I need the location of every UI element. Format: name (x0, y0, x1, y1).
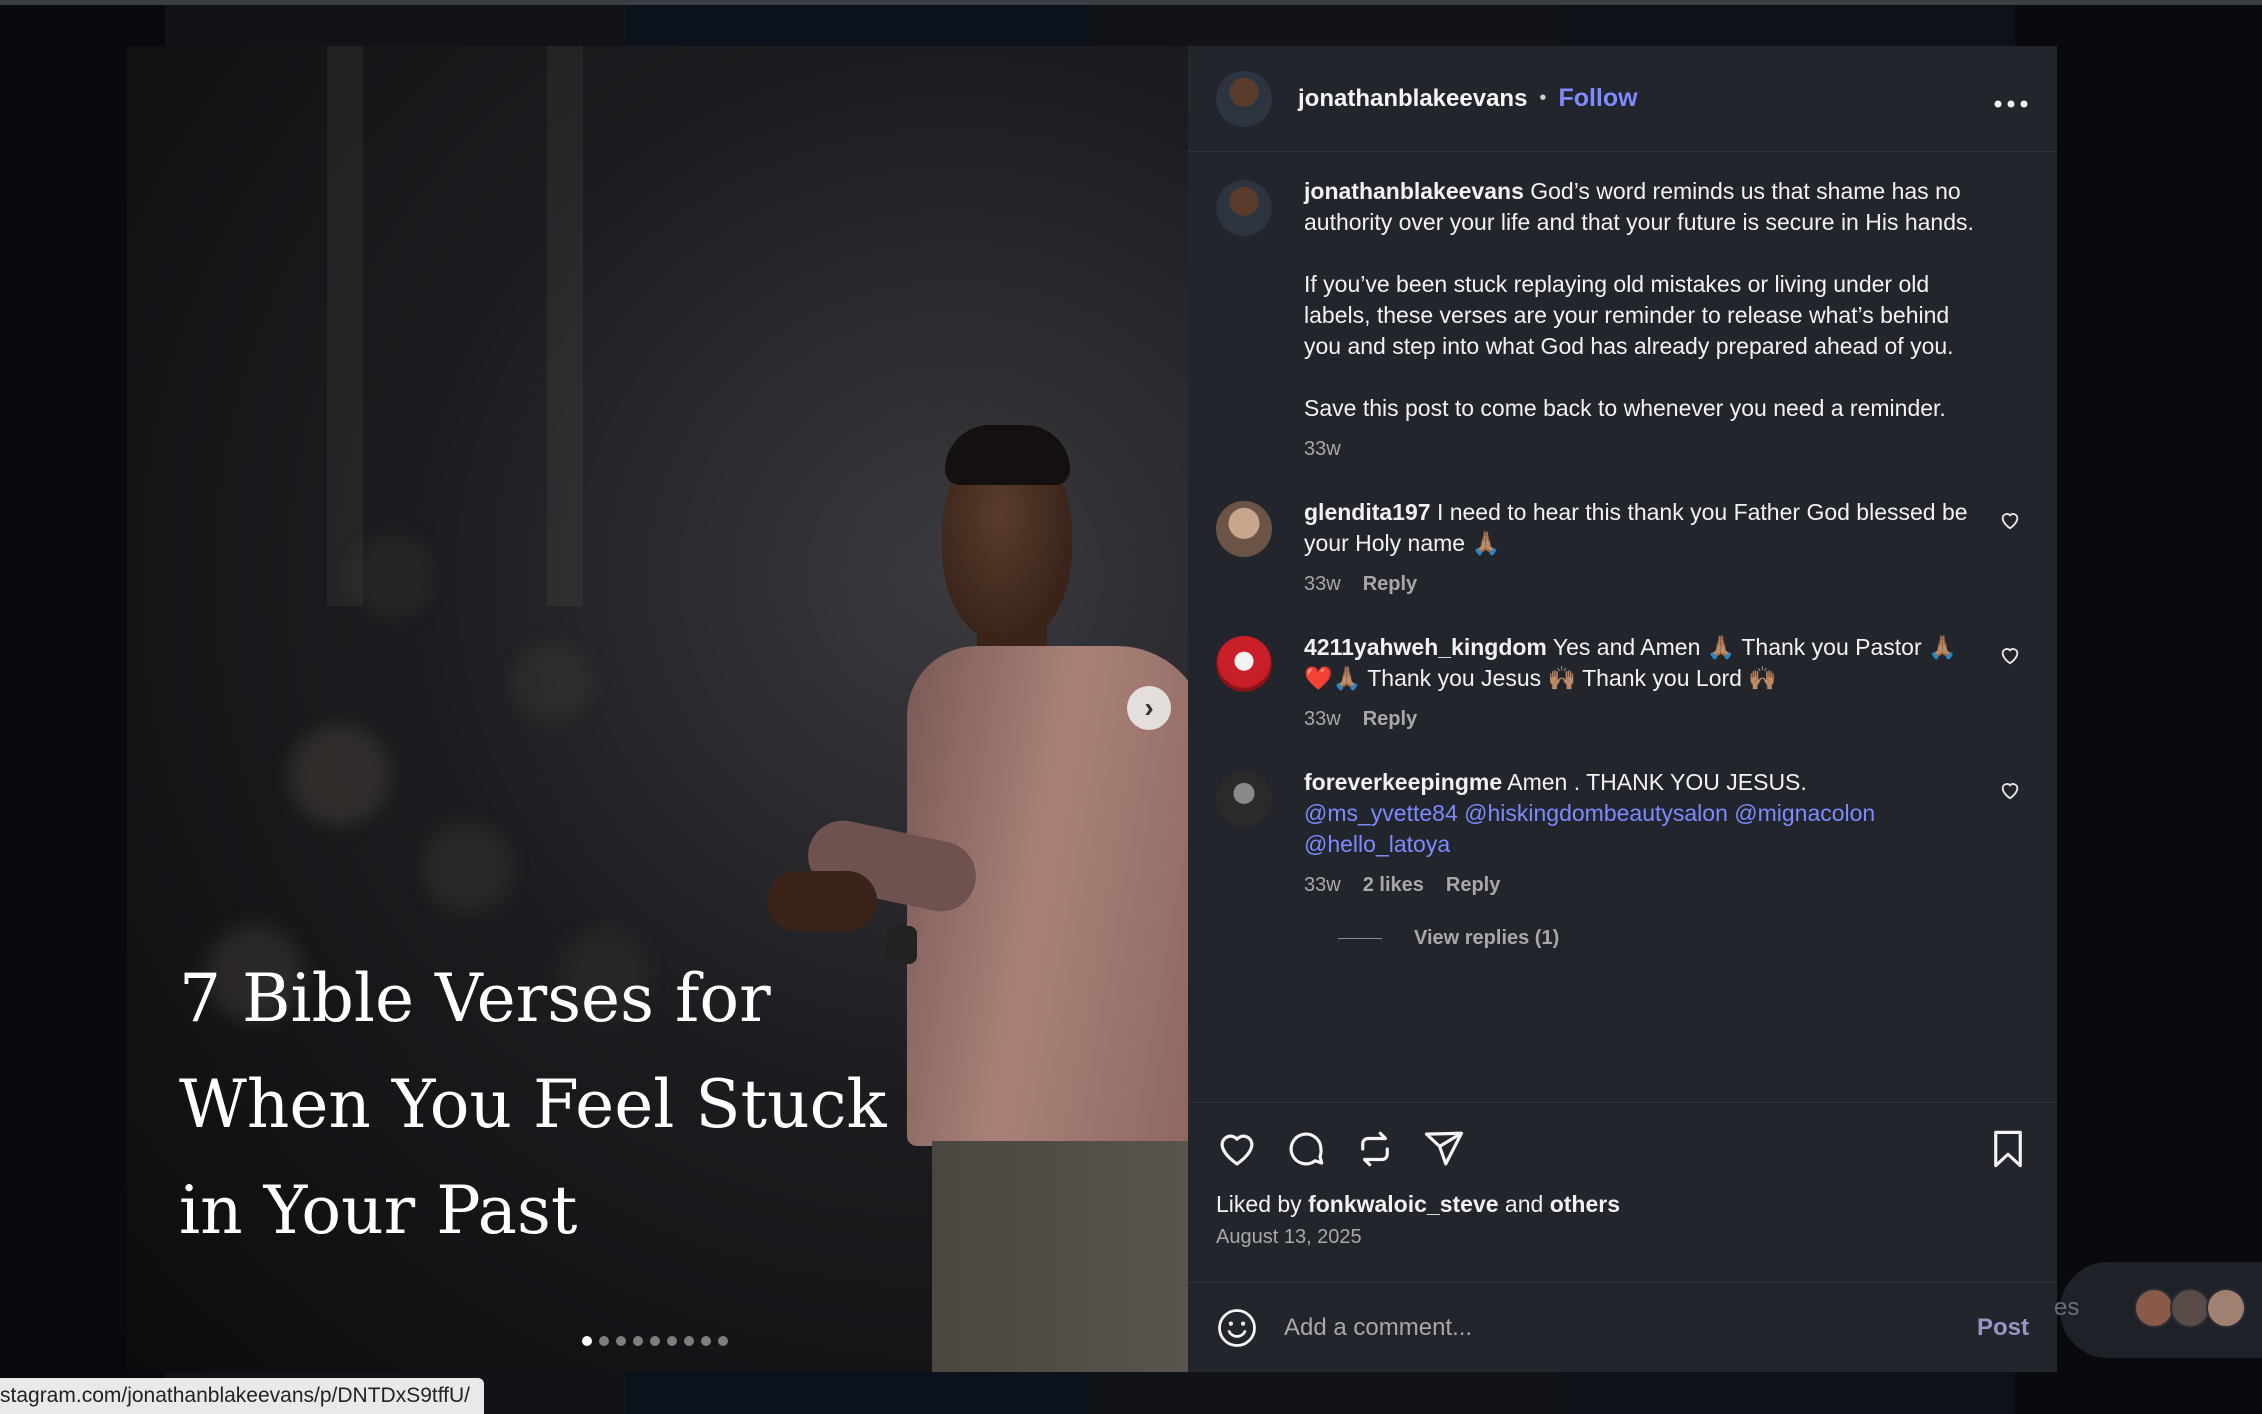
post-date[interactable]: August 13, 2025 (1216, 1226, 2029, 1249)
comments-list[interactable]: jonathanblakeevans God’s word reminds us… (1188, 152, 2057, 1102)
reply-button[interactable]: Reply (1363, 569, 1417, 600)
caption-username[interactable]: jonathanblakeevans (1304, 178, 1524, 204)
caption-timestamp[interactable]: 33w (1304, 434, 1341, 465)
comment-composer: Post (1188, 1282, 2057, 1372)
follow-button[interactable]: Follow (1558, 84, 1637, 113)
reply-button[interactable]: Reply (1446, 870, 1500, 901)
reply-button[interactable]: Reply (1363, 704, 1417, 735)
status-bar-url: stagram.com/jonathanblakeevans/p/DNTDxS9… (0, 1378, 484, 1414)
comment-input[interactable] (1284, 1313, 1977, 1342)
comment-item: glendita197 I need to hear this thank yo… (1216, 497, 2029, 600)
comment-mentions[interactable]: @ms_yvette84 @hiskingdombeautysalon @mig… (1304, 798, 1984, 860)
avatar (2134, 1288, 2174, 1328)
carousel-dot[interactable] (684, 1336, 694, 1346)
post-media[interactable]: 7 Bible Verses for When You Feel Stuck i… (127, 46, 1188, 1372)
pillar-decoration (547, 46, 583, 606)
carousel-dot[interactable] (650, 1336, 660, 1346)
chevron-right-icon: › (1144, 692, 1154, 723)
avatar (2206, 1288, 2246, 1328)
more-options-icon[interactable] (1993, 79, 2029, 118)
author-avatar[interactable] (1216, 180, 1272, 236)
comment-likes[interactable]: 2 likes (1363, 870, 1424, 901)
avatar (2170, 1288, 2210, 1328)
author-username[interactable]: jonathanblakeevans (1298, 85, 1527, 113)
comment-item: 4211yahweh_kingdom Yes and Amen 🙏🏽 Thank… (1216, 632, 2029, 735)
post-comment-button[interactable]: Post (1977, 1314, 2029, 1342)
side-chip-text: es (2054, 1294, 2080, 1321)
next-slide-button[interactable]: › (1127, 686, 1171, 730)
separator-dot: • (1539, 87, 1547, 109)
author-avatar[interactable] (1216, 70, 1272, 127)
comment-timestamp[interactable]: 33w (1304, 704, 1341, 735)
like-comment-heart-icon[interactable] (1999, 509, 2021, 531)
post-header: jonathanblakeevans • Follow (1188, 46, 2057, 152)
commenter-avatar[interactable] (1216, 771, 1272, 827)
media-title: 7 Bible Verses for When You Feel Stuck i… (179, 960, 887, 1249)
commenter-username[interactable]: glendita197 (1304, 499, 1431, 525)
carousel-dot[interactable] (582, 1336, 592, 1346)
side-suggestion-chip[interactable]: es (2054, 1262, 2262, 1358)
browser-top-edge (0, 0, 2262, 5)
repost-icon[interactable] (1354, 1128, 1396, 1170)
comment-icon[interactable] (1285, 1128, 1327, 1170)
post-panel: jonathanblakeevans • Follow jonathanblak… (1188, 46, 2057, 1372)
carousel-dot[interactable] (701, 1336, 711, 1346)
pillar-decoration (327, 46, 363, 606)
carousel-dot[interactable] (633, 1336, 643, 1346)
comment-text: Amen . THANK YOU JESUS. (1507, 769, 1807, 795)
commenter-avatar[interactable] (1216, 636, 1272, 692)
commenter-username[interactable]: 4211yahweh_kingdom (1304, 634, 1547, 660)
divider-line (1338, 938, 1382, 939)
commenter-username[interactable]: foreverkeepingme (1304, 769, 1502, 795)
caption-paragraph: Save this post to come back to whenever … (1304, 395, 1946, 421)
comment-item: foreverkeepingme Amen . THANK YOU JESUS.… (1216, 767, 2029, 901)
caption: jonathanblakeevans God’s word reminds us… (1216, 176, 2029, 465)
liked-by-prefix: Liked by (1216, 1191, 1302, 1217)
liked-by-and: and (1504, 1191, 1544, 1217)
like-comment-heart-icon[interactable] (1999, 644, 2021, 666)
carousel-dot[interactable] (616, 1336, 626, 1346)
caption-paragraph: If you’ve been stuck replaying old mista… (1304, 271, 1954, 359)
view-replies-button[interactable]: View replies (1) (1338, 927, 2029, 950)
emoji-icon[interactable] (1216, 1307, 1258, 1349)
liked-by: Liked by fonkwaloic_steve and others (1216, 1191, 2029, 1218)
share-icon[interactable] (1423, 1128, 1465, 1170)
comment-timestamp[interactable]: 33w (1304, 870, 1341, 901)
post-actions: Liked by fonkwaloic_steve and others Aug… (1188, 1102, 2057, 1282)
carousel-dot[interactable] (667, 1336, 677, 1346)
post-modal: 7 Bible Verses for When You Feel Stuck i… (127, 46, 2057, 1372)
commenter-avatar[interactable] (1216, 501, 1272, 557)
bookmark-icon[interactable] (1987, 1128, 2029, 1170)
view-replies-label: View replies (1) (1414, 927, 1560, 949)
comment-timestamp[interactable]: 33w (1304, 569, 1341, 600)
carousel-dots (582, 1336, 728, 1346)
liked-by-others[interactable]: others (1550, 1191, 1620, 1217)
like-comment-heart-icon[interactable] (1999, 779, 2021, 801)
carousel-dot[interactable] (599, 1336, 609, 1346)
carousel-dot[interactable] (718, 1336, 728, 1346)
liked-by-user[interactable]: fonkwaloic_steve (1308, 1191, 1498, 1217)
heart-icon[interactable] (1216, 1128, 1258, 1170)
